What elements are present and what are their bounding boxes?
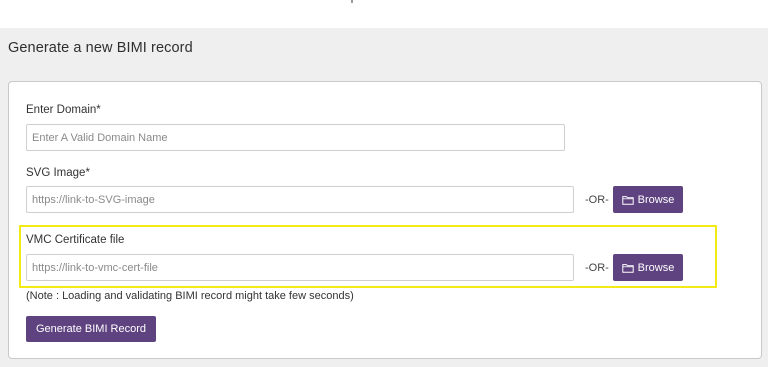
loading-note: (Note : Loading and validating BIMI reco… [26,290,354,302]
domain-input[interactable] [26,124,565,151]
page: Generate a new BIMI record Enter Domain*… [0,0,768,367]
svg-image-label: SVG Image* [26,167,90,179]
top-page-sliver [0,0,768,28]
svg-browse-button[interactable]: Browse [613,186,683,213]
section-title: Generate a new BIMI record [8,40,193,56]
svg-url-input[interactable] [26,186,574,213]
folder-icon [621,263,634,273]
folder-icon [621,195,634,205]
generate-bimi-record-button[interactable]: Generate BIMI Record [26,316,156,342]
vmc-url-input[interactable] [26,254,574,281]
vmc-label: VMC Certificate file [26,234,125,246]
svg-or-separator: -OR- [585,194,609,206]
svg-browse-label: Browse [637,193,675,206]
vmc-or-separator: -OR- [585,262,609,274]
vmc-browse-label: Browse [637,261,675,274]
top-text-fragment [351,0,353,3]
domain-label: Enter Domain* [26,104,101,116]
vmc-browse-button[interactable]: Browse [613,254,683,281]
